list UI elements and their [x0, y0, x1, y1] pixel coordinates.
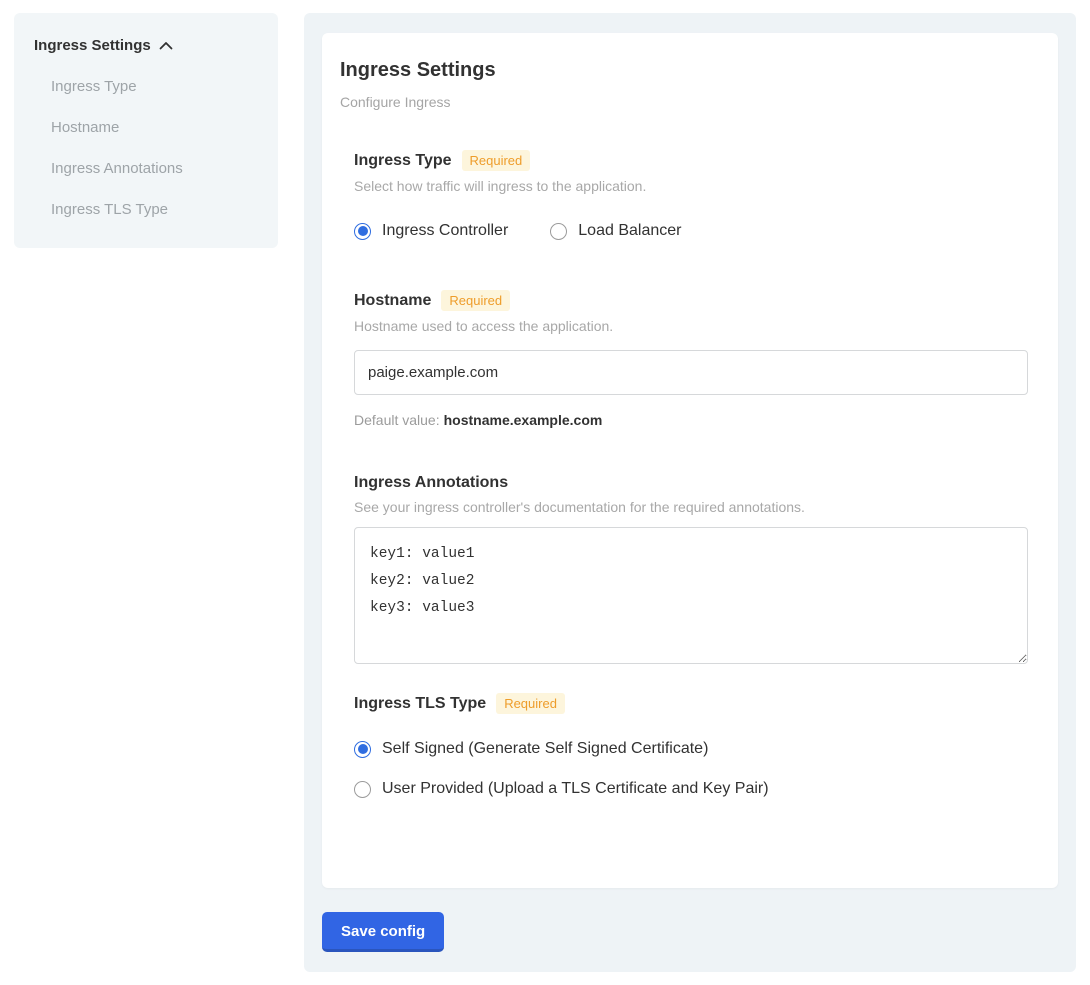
hostname-input[interactable] [354, 350, 1028, 395]
page-title: Ingress Settings [340, 59, 1028, 82]
radio-load-balancer[interactable] [550, 223, 567, 240]
tls-type-radio-group: Self Signed (Generate Self Signed Certif… [354, 740, 1028, 798]
radio-label-user-provided: User Provided (Upload a TLS Certificate … [382, 780, 769, 798]
sidebar-item-ingress-annotations[interactable]: Ingress Annotations [51, 160, 260, 177]
radio-option-load-balancer[interactable]: Load Balancer [550, 222, 681, 240]
hostname-default-value: hostname.example.com [444, 412, 603, 428]
sidebar-item-ingress-type[interactable]: Ingress Type [51, 78, 260, 95]
section-label-ingress-annotations: Ingress Annotations [354, 474, 508, 492]
radio-option-user-provided[interactable]: User Provided (Upload a TLS Certificate … [354, 780, 1028, 798]
radio-option-ingress-controller[interactable]: Ingress Controller [354, 222, 508, 240]
required-badge: Required [462, 150, 531, 171]
radio-option-self-signed[interactable]: Self Signed (Generate Self Signed Certif… [354, 740, 1028, 758]
hostname-default-label: Default value: [354, 412, 440, 428]
page: Ingress Settings Ingress Type Hostname I… [0, 0, 1090, 985]
section-ingress-annotations: Ingress Annotations See your ingress con… [354, 474, 1028, 669]
section-hostname: Hostname Required Hostname used to acces… [354, 290, 1028, 428]
help-text-ingress-type: Select how traffic will ingress to the a… [354, 178, 1028, 194]
ingress-annotations-textarea[interactable]: key1: value1 key2: value2 key3: value3 [354, 527, 1028, 664]
radio-ingress-controller[interactable] [354, 223, 371, 240]
required-badge: Required [496, 693, 565, 714]
section-label-ingress-tls-type: Ingress TLS Type [354, 695, 486, 713]
radio-label-ingress-controller: Ingress Controller [382, 222, 508, 240]
save-config-button[interactable]: Save config [322, 912, 444, 952]
section-label-ingress-type: Ingress Type [354, 152, 452, 170]
help-text-hostname: Hostname used to access the application. [354, 318, 1028, 334]
ingress-type-radio-group: Ingress Controller Load Balancer [354, 222, 1028, 240]
sidebar-item-ingress-tls-type[interactable]: Ingress TLS Type [51, 201, 260, 218]
sidebar-item-hostname[interactable]: Hostname [51, 119, 260, 136]
page-subtitle: Configure Ingress [340, 94, 1028, 110]
radio-label-load-balancer: Load Balancer [578, 222, 681, 240]
radio-user-provided[interactable] [354, 781, 371, 798]
sidebar-group-ingress-settings[interactable]: Ingress Settings [34, 37, 260, 54]
hostname-default-line: Default value:hostname.example.com [354, 412, 1028, 428]
chevron-up-icon [159, 37, 173, 54]
sidebar-group-label: Ingress Settings [34, 37, 151, 54]
config-nav-sidebar: Ingress Settings Ingress Type Hostname I… [14, 13, 278, 248]
help-text-ingress-annotations: See your ingress controller's documentat… [354, 499, 1028, 515]
radio-label-self-signed: Self Signed (Generate Self Signed Certif… [382, 740, 708, 758]
radio-self-signed[interactable] [354, 741, 371, 758]
ingress-settings-card: Ingress Settings Configure Ingress Ingre… [322, 33, 1058, 888]
section-ingress-tls-type: Ingress TLS Type Required Self Signed (G… [354, 693, 1028, 798]
required-badge: Required [441, 290, 510, 311]
config-panel: Ingress Settings Configure Ingress Ingre… [304, 13, 1076, 972]
section-label-hostname: Hostname [354, 292, 431, 310]
section-ingress-type: Ingress Type Required Select how traffic… [354, 150, 1028, 240]
